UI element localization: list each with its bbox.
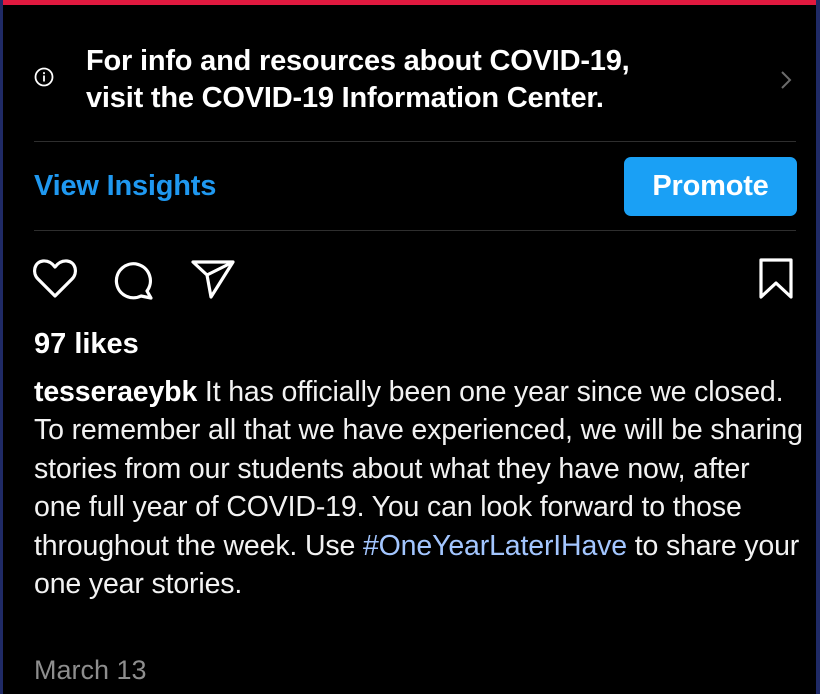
covid-banner-text: For info and resources about COVID-19, v…: [86, 43, 726, 117]
comment-icon[interactable]: [112, 258, 156, 302]
post-caption: tesseraeybk It has officially been one y…: [34, 373, 804, 603]
share-icon[interactable]: [190, 258, 236, 300]
covid-info-banner[interactable]: For info and resources about COVID-19, v…: [0, 5, 820, 141]
bookmark-icon[interactable]: [758, 258, 794, 300]
promote-button[interactable]: Promote: [624, 157, 797, 216]
likes-count[interactable]: 97 likes: [34, 328, 139, 361]
post-date: March 13: [34, 655, 147, 685]
banner-line-2: visit the COVID-19 Information Center.: [86, 82, 604, 114]
view-insights-link[interactable]: View Insights: [34, 170, 216, 203]
hashtag-link[interactable]: #OneYearLaterIHave: [363, 530, 627, 562]
info-circle-icon: [34, 67, 54, 87]
divider: [34, 230, 796, 231]
banner-line-1: For info and resources about COVID-19,: [86, 45, 630, 77]
heart-icon[interactable]: [32, 257, 78, 299]
divider: [34, 141, 796, 142]
post-username[interactable]: tesseraeybk: [34, 376, 197, 408]
chevron-right-icon: [781, 71, 792, 89]
